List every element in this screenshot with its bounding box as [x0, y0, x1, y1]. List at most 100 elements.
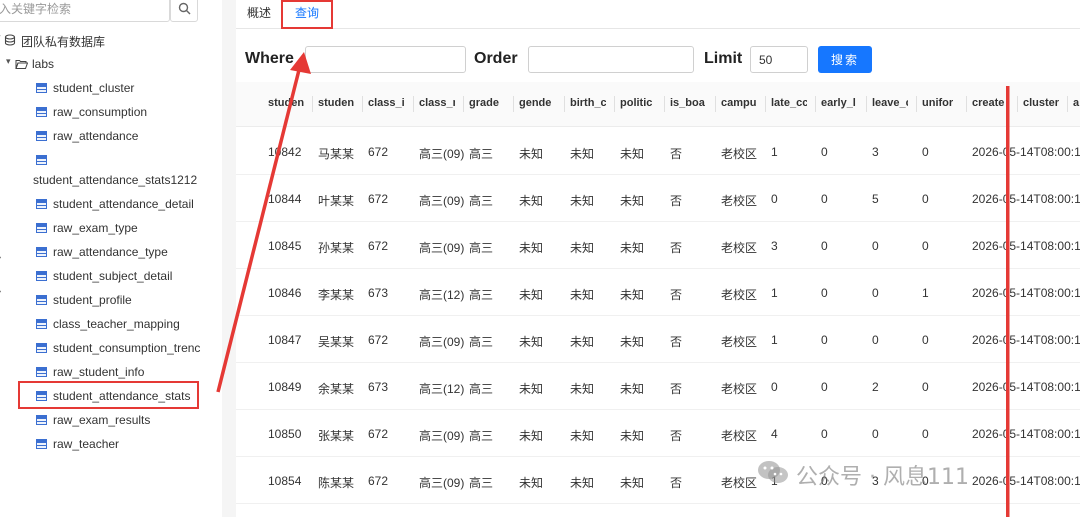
- search-query-button[interactable]: 搜索: [818, 46, 872, 73]
- selected-table-highlight: [18, 381, 199, 409]
- table-icon: [36, 319, 47, 329]
- column-header[interactable]: birth_c: [570, 97, 606, 109]
- query-bar: Where Order Limit 搜索: [236, 44, 1080, 76]
- table-cell: 高三: [469, 429, 494, 443]
- table-cell: 高三(09): [419, 335, 465, 349]
- table-cell: 672: [368, 474, 389, 488]
- column-separator[interactable]: [513, 96, 514, 112]
- table-cell: 高三(09): [419, 476, 465, 490]
- table-item-label: raw_exam_results: [53, 413, 151, 427]
- table-row[interactable]: 10845 孙某某 672 高三(09) 高三 未知 未知 未知 否 老校区 3 0 0 0 2026-05…: [236, 222, 1080, 269]
- table-cell: 0: [821, 239, 828, 253]
- table-cell: 未知: [620, 382, 645, 396]
- table-cell: 老校区: [721, 241, 758, 255]
- table-item-label: student_profile: [53, 293, 132, 307]
- table-cell: 2026-05-14T08:00:12: [972, 427, 1080, 441]
- column-separator[interactable]: [362, 96, 363, 112]
- column-separator[interactable]: [1017, 96, 1018, 112]
- table-cell: 3: [771, 239, 778, 253]
- table-row[interactable]: 10850 张某某 672 高三(09) 高三 未知 未知 未知 否 老校区 4 0 0 0 2026-05…: [236, 410, 1080, 457]
- table-cell: 未知: [620, 429, 645, 443]
- table-cell: 0: [821, 380, 828, 394]
- column-header[interactable]: early_l: [821, 97, 857, 109]
- table-cell: 高三: [469, 335, 494, 349]
- column-separator[interactable]: [564, 96, 565, 112]
- table-cell: 0: [872, 239, 879, 253]
- column-separator[interactable]: [312, 96, 313, 112]
- column-header[interactable]: studen: [268, 97, 304, 109]
- collapse-arrow-icon[interactable]: ›: [0, 286, 1, 297]
- table-row[interactable]: 10842 马某某 672 高三(09) 高三 未知 未知 未知 否 老校区 1 0 3 0 2026-05…: [236, 128, 1080, 175]
- table-cell: 10847: [268, 333, 302, 347]
- table-cell: 未知: [570, 147, 595, 161]
- column-header[interactable]: studen: [318, 97, 354, 109]
- where-label: Where: [245, 50, 294, 67]
- column-header[interactable]: campu: [721, 97, 757, 109]
- column-header[interactable]: politic: [620, 97, 656, 109]
- table-cell: 李某某: [318, 288, 355, 302]
- table-search-input[interactable]: [0, 0, 157, 18]
- table-row[interactable]: 10846 李某某 673 高三(12) 高三 未知 未知 未知 否 老校区 1 0 0 1 2026-05…: [236, 269, 1080, 316]
- column-header[interactable]: is_boa: [670, 97, 706, 109]
- column-header[interactable]: class_ic: [368, 97, 404, 109]
- table-cell: 2026-05-14T08:00:12: [972, 192, 1080, 206]
- where-input[interactable]: [305, 46, 466, 73]
- table-row[interactable]: 10847 吴某某 672 高三(09) 高三 未知 未知 未知 否 老校区 1 0 0 0 2026-05…: [236, 316, 1080, 363]
- table-cell: 孙某某: [318, 241, 355, 255]
- caret-down-icon: ▾: [6, 56, 11, 66]
- column-header[interactable]: grade: [469, 97, 505, 109]
- column-header[interactable]: cluster: [1023, 97, 1063, 109]
- table-row[interactable]: 10849 余某某 673 高三(12) 高三 未知 未知 未知 否 老校区 0 0 2 0 2026-05…: [236, 363, 1080, 410]
- column-separator[interactable]: [815, 96, 816, 112]
- folder-open-icon: [15, 60, 28, 69]
- column-header[interactable]: unifor: [922, 97, 958, 109]
- column-header[interactable]: a: [1073, 97, 1080, 109]
- table-cell: 否: [670, 241, 683, 255]
- table-row[interactable]: 10844 叶某某 672 高三(09) 高三 未知 未知 未知 否 老校区 0 0 5 0 2026-05…: [236, 175, 1080, 222]
- column-header[interactable]: gende: [519, 97, 555, 109]
- column-separator[interactable]: [664, 96, 665, 112]
- tab-query-highlight: [281, 0, 333, 29]
- collapse-arrow-icon[interactable]: ›: [0, 252, 1, 263]
- column-header[interactable]: late_cc: [771, 97, 807, 109]
- column-header[interactable]: class_n: [419, 97, 455, 109]
- table-cell: 老校区: [721, 147, 758, 161]
- table-cell: 老校区: [721, 429, 758, 443]
- column-separator[interactable]: [966, 96, 967, 112]
- column-separator[interactable]: [916, 96, 917, 112]
- order-input[interactable]: [528, 46, 694, 73]
- column-separator[interactable]: [463, 96, 464, 112]
- panel-separator[interactable]: [222, 0, 236, 517]
- tree-node-label: 团队私有数据库: [21, 35, 106, 49]
- column-separator[interactable]: [1067, 96, 1068, 112]
- column-separator[interactable]: [715, 96, 716, 112]
- table-cell: 0: [922, 333, 929, 347]
- column-header[interactable]: create: [972, 97, 1008, 109]
- tab-overview[interactable]: 概述: [236, 0, 282, 29]
- table-icon: [36, 107, 47, 117]
- column-separator[interactable]: [614, 96, 615, 112]
- table-cell: 高三: [469, 147, 494, 161]
- search-button[interactable]: [170, 0, 198, 22]
- limit-input[interactable]: [750, 46, 808, 73]
- table-search-field[interactable]: [0, 0, 170, 22]
- table-cell: 0: [821, 427, 828, 441]
- table-cell: 2026-05-14T08:00:12: [972, 239, 1080, 253]
- table-cell: 0: [821, 286, 828, 300]
- table-cell: 2: [872, 380, 879, 394]
- table-cell: 未知: [570, 241, 595, 255]
- table-cell: 高三: [469, 382, 494, 396]
- table-cell: 4: [771, 427, 778, 441]
- column-separator[interactable]: [765, 96, 766, 112]
- table-item-label: raw_consumption: [53, 105, 148, 119]
- table-cell: 10845: [268, 239, 302, 253]
- column-separator[interactable]: [413, 96, 414, 112]
- column-separator[interactable]: [866, 96, 867, 112]
- table-cell: 672: [368, 239, 389, 253]
- table-cell: 未知: [519, 194, 544, 208]
- table-cell: 2026-05-14T08:00:12: [972, 286, 1080, 300]
- table-cell: 0: [821, 333, 828, 347]
- table-item-label: raw_exam_type: [53, 221, 138, 235]
- table-item-label: student_subject_detail: [53, 269, 173, 283]
- column-header[interactable]: leave_c: [872, 97, 908, 109]
